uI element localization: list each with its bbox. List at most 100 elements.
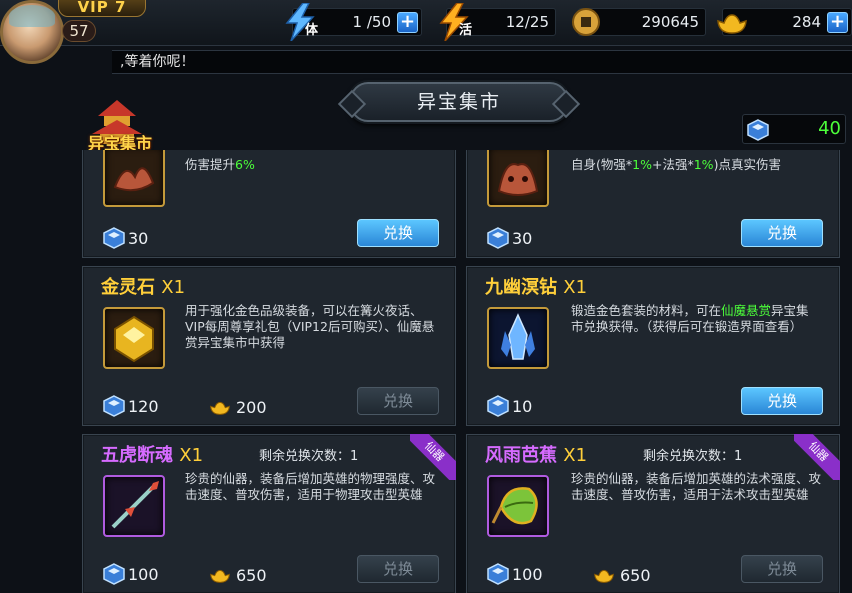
item-name-text: 五虎断魂 — [101, 445, 173, 466]
gold-price-value: 650 — [236, 565, 267, 585]
coins-bar: 290645 — [572, 8, 706, 36]
scrolling-notice: ,等着你呢！ — [112, 50, 852, 74]
gem-price: 30 — [103, 227, 148, 249]
gem-icon — [487, 227, 509, 249]
item-quantity: X1 — [179, 445, 204, 466]
item-quantity: X1 — [563, 445, 588, 466]
blue-crystal-icon — [501, 313, 535, 360]
item-grid[interactable]: 伤害提升6% 30 兑换 自身(物强*1%+法强*1%)点真实伤害 30 兑换 … — [78, 150, 850, 593]
gem-price: 10 — [487, 395, 532, 417]
stamina-icon-label: 体 — [305, 23, 319, 38]
coins-value: 290645 — [641, 13, 699, 31]
item-description: 锻造金色套装的材料，可在仙魔悬赏异宝集市兑换获得。（获得后可在锻造界面查看） — [571, 303, 821, 335]
gem-price: 30 — [487, 227, 532, 249]
item-description: 自身(物强*1%+法强*1%)点真实伤害 — [571, 157, 821, 173]
item-name: 风雨芭蕉 X1 — [485, 441, 587, 467]
vitality-icon-label: 活 — [459, 23, 473, 38]
demon-mask-icon — [497, 163, 539, 196]
gem-icon — [487, 395, 509, 417]
gold-ingot-icon — [717, 14, 747, 34]
item-thumbnail[interactable] — [487, 307, 549, 369]
desc-highlight: 1% — [632, 157, 652, 172]
item-name-text: 金灵石 — [101, 277, 155, 298]
gem-price: 120 — [103, 395, 159, 417]
item-card: 自身(物强*1%+法强*1%)点真实伤害 30 兑换 — [466, 150, 840, 258]
gold-ingot-icon — [210, 569, 230, 583]
desc-text: 伤害提升 — [185, 157, 236, 172]
exchange-button[interactable]: 兑换 — [357, 219, 439, 247]
item-description: 伤害提升6% — [185, 157, 437, 173]
gold-price-value: 200 — [236, 397, 267, 417]
page-title: 异宝集市 — [350, 82, 568, 122]
item-card: 仙器 风雨芭蕉 X1 剩余兑换次数：1 珍贵的仙器，装备后增加英雄的法术强度、攻… — [466, 434, 840, 593]
item-description: 用于强化金色品级装备，可以在篝火夜话、VIP每周尊享礼包（VIP12后可购买）、… — [185, 303, 435, 350]
item-card: 仙器 五虎断魂 X1 剩余兑换次数：1 珍贵的仙器，装备后增加英雄的物理强度、攻… — [82, 434, 456, 593]
vitality-value: 12/25 — [505, 13, 549, 31]
item-quantity: X1 — [563, 277, 588, 298]
item-name: 九幽溟钻 X1 — [485, 273, 587, 299]
exchange-button[interactable]: 兑换 — [741, 387, 823, 415]
item-description: 珍贵的仙器，装备后增加英雄的法术强度、攻击速度、普攻伤害，适用于法术攻击型英雄 — [571, 471, 822, 502]
vip-badge: VIP 7 — [58, 0, 146, 17]
item-card: 九幽溟钻 X1 锻造金色套装的材料，可在仙魔悬赏异宝集市兑换获得。（获得后可在锻… — [466, 266, 840, 426]
desc-highlight: 6% — [235, 157, 255, 172]
gold-ingot-icon — [594, 569, 614, 583]
gold-price-value: 650 — [620, 565, 651, 585]
exchange-button-disabled[interactable]: 兑换 — [357, 387, 439, 415]
stamina-value: 1 /50 — [352, 13, 391, 31]
avatar-hair — [9, 5, 55, 27]
desc-text: 锻造金色套装的材料，可在 — [571, 303, 722, 318]
item-thumbnail[interactable] — [103, 475, 165, 537]
gem-icon — [103, 227, 125, 249]
gem-price-value: 30 — [512, 228, 533, 248]
exchange-button[interactable]: 兑换 — [741, 219, 823, 247]
gem-price: 100 — [487, 563, 543, 585]
item-name-text: 风雨芭蕉 — [485, 445, 557, 466]
item-card: 金灵石 X1 用于强化金色品级装备，可以在篝火夜话、VIP每周尊享礼包（VIP1… — [82, 266, 456, 426]
gold-price: 200 — [207, 397, 267, 417]
gem-icon — [103, 395, 125, 417]
item-card: 伤害提升6% 30 兑换 — [82, 150, 456, 258]
gem-balance-value: 40 — [818, 118, 841, 139]
ingots-value: 284 — [792, 13, 821, 31]
gold-price: 650 — [207, 565, 267, 585]
gem-icon — [103, 563, 125, 585]
desc-highlight: 仙魔悬赏 — [721, 303, 772, 318]
exchange-button-disabled[interactable]: 兑换 — [741, 555, 823, 583]
top-bar: VIP 7 57 体 1 /50 + 活 12/25 290645 284 + — [0, 0, 852, 64]
gem-price: 100 — [103, 563, 159, 585]
item-thumbnail[interactable] — [487, 150, 549, 207]
spear-icon — [111, 481, 159, 529]
gem-price-value: 100 — [512, 564, 543, 584]
gem-icon — [747, 119, 769, 141]
desc-highlight: 1% — [693, 157, 714, 172]
player-level: 57 — [62, 20, 96, 42]
gem-balance: 40 — [742, 114, 846, 144]
gold-spirit-stone-icon — [114, 315, 154, 363]
item-description: 珍贵的仙器，装备后增加英雄的物理强度、攻击速度、普攻伤害，适用于物理攻击型英雄 — [185, 471, 436, 502]
remaining-exchanges: 剩余兑换次数：1 — [643, 449, 743, 464]
ingots-bar: 284 + — [717, 8, 852, 36]
gem-price-value: 30 — [128, 228, 149, 248]
item-thumbnail[interactable] — [103, 150, 165, 207]
desc-text: )点真实伤害 — [713, 157, 781, 172]
player-avatar[interactable] — [0, 0, 64, 64]
item-name: 五虎断魂 X1 — [101, 441, 203, 467]
add-stamina-button[interactable]: + — [397, 12, 418, 33]
coin-icon — [572, 8, 600, 36]
desc-text: +法强* — [651, 157, 694, 172]
gem-price-value: 10 — [512, 396, 533, 416]
stamina-bar: 体 1 /50 + — [285, 3, 422, 41]
dragon-claw-icon — [113, 167, 155, 192]
vitality-bar: 活 12/25 — [439, 3, 556, 41]
gold-ingot-icon — [210, 401, 230, 415]
banana-leaf-fan-icon — [491, 487, 538, 525]
exchange-button-disabled[interactable]: 兑换 — [357, 555, 439, 583]
item-name-text: 九幽溟钻 — [485, 277, 557, 298]
gem-price-value: 100 — [128, 564, 159, 584]
item-thumbnail[interactable] — [103, 307, 165, 369]
gem-price-value: 120 — [128, 396, 159, 416]
item-thumbnail[interactable] — [487, 475, 549, 537]
item-name: 金灵石 X1 — [101, 273, 185, 299]
add-ingots-button[interactable]: + — [827, 12, 848, 33]
